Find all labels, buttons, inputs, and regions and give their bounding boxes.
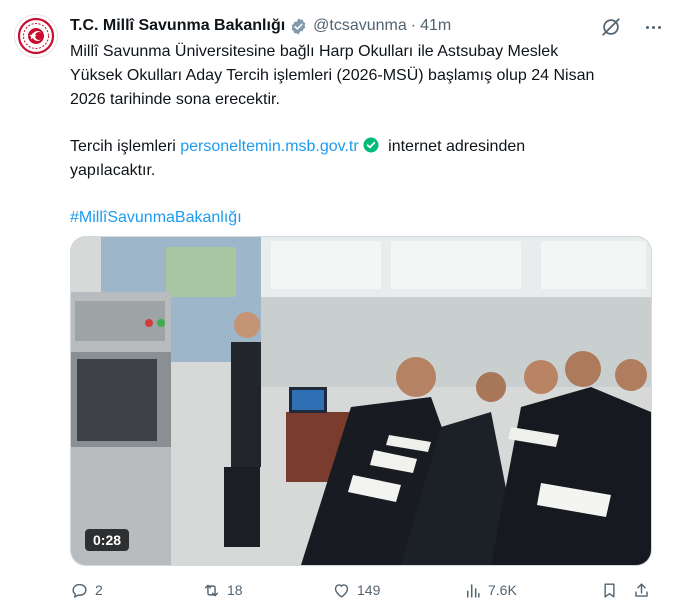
- bookmark-icon: [604, 582, 615, 598]
- hashtag-link[interactable]: #MillîSavunmaBakanlığı: [70, 209, 242, 226]
- ministry-emblem-icon: [17, 17, 55, 55]
- tweet-header: T.C. Millî Savunma Bakanlığı @tcsavunma …: [70, 14, 451, 38]
- video-thumbnail: [71, 237, 651, 565]
- action-bar: 2 18 149 7.6K: [70, 578, 660, 602]
- video-player[interactable]: 0:28: [70, 236, 652, 566]
- repost-count: 18: [227, 582, 243, 598]
- view-count: 7.6K: [488, 582, 517, 598]
- verified-badge-icon[interactable]: [289, 17, 308, 36]
- like-count: 149: [357, 582, 381, 598]
- separator-dot: ·: [410, 17, 417, 34]
- video-duration: 0:28: [85, 529, 130, 551]
- tweet-text-line: Tercih işlemleri personeltemin.msb.gov.t…: [70, 135, 660, 159]
- text-segment: Tercih işlemleri: [70, 138, 176, 155]
- timestamp[interactable]: 41m: [420, 17, 451, 35]
- author-name[interactable]: T.C. Millî Savunma Bakanlığı: [70, 17, 285, 35]
- link-verified-icon: [362, 136, 380, 154]
- like-icon: [334, 583, 349, 598]
- text-segment: internet adresinden: [388, 138, 526, 155]
- tweet-text-line: Millî Savunma Üniversitesine bağlı Harp …: [70, 43, 559, 60]
- share-icon: [635, 582, 648, 597]
- tweet[interactable]: T.C. Millî Savunma Bakanlığı @tcsavunma …: [0, 0, 681, 612]
- website-link[interactable]: personeltemin.msb.gov.tr: [180, 138, 358, 155]
- bookmark-button[interactable]: [600, 578, 625, 602]
- avatar[interactable]: [14, 14, 58, 58]
- tweet-text-line: yapılacaktır.: [70, 162, 156, 179]
- author-handle[interactable]: @tcsavunma: [313, 17, 407, 35]
- reply-icon: [72, 583, 87, 598]
- more-icon[interactable]: [640, 14, 666, 40]
- reply-button[interactable]: 2: [70, 578, 103, 602]
- tweet-text-line: Yüksek Okulları Aday Tercih işlemleri (2…: [70, 67, 595, 84]
- reply-count: 2: [95, 582, 103, 598]
- views-button[interactable]: 7.6K: [463, 578, 517, 602]
- repost-button[interactable]: 18: [202, 578, 243, 602]
- tweet-text-line: #MillîSavunmaBakanlığı: [70, 206, 660, 230]
- tweet-text-line: 2026 tarihinde sona erecektir.: [70, 91, 280, 108]
- grok-icon[interactable]: [600, 16, 622, 38]
- views-icon: [466, 583, 480, 598]
- repost-icon: [204, 584, 219, 596]
- like-button[interactable]: 149: [332, 578, 380, 602]
- tweet-text: Millî Savunma Üniversitesine bağlı Harp …: [70, 40, 660, 230]
- share-button[interactable]: [632, 578, 657, 602]
